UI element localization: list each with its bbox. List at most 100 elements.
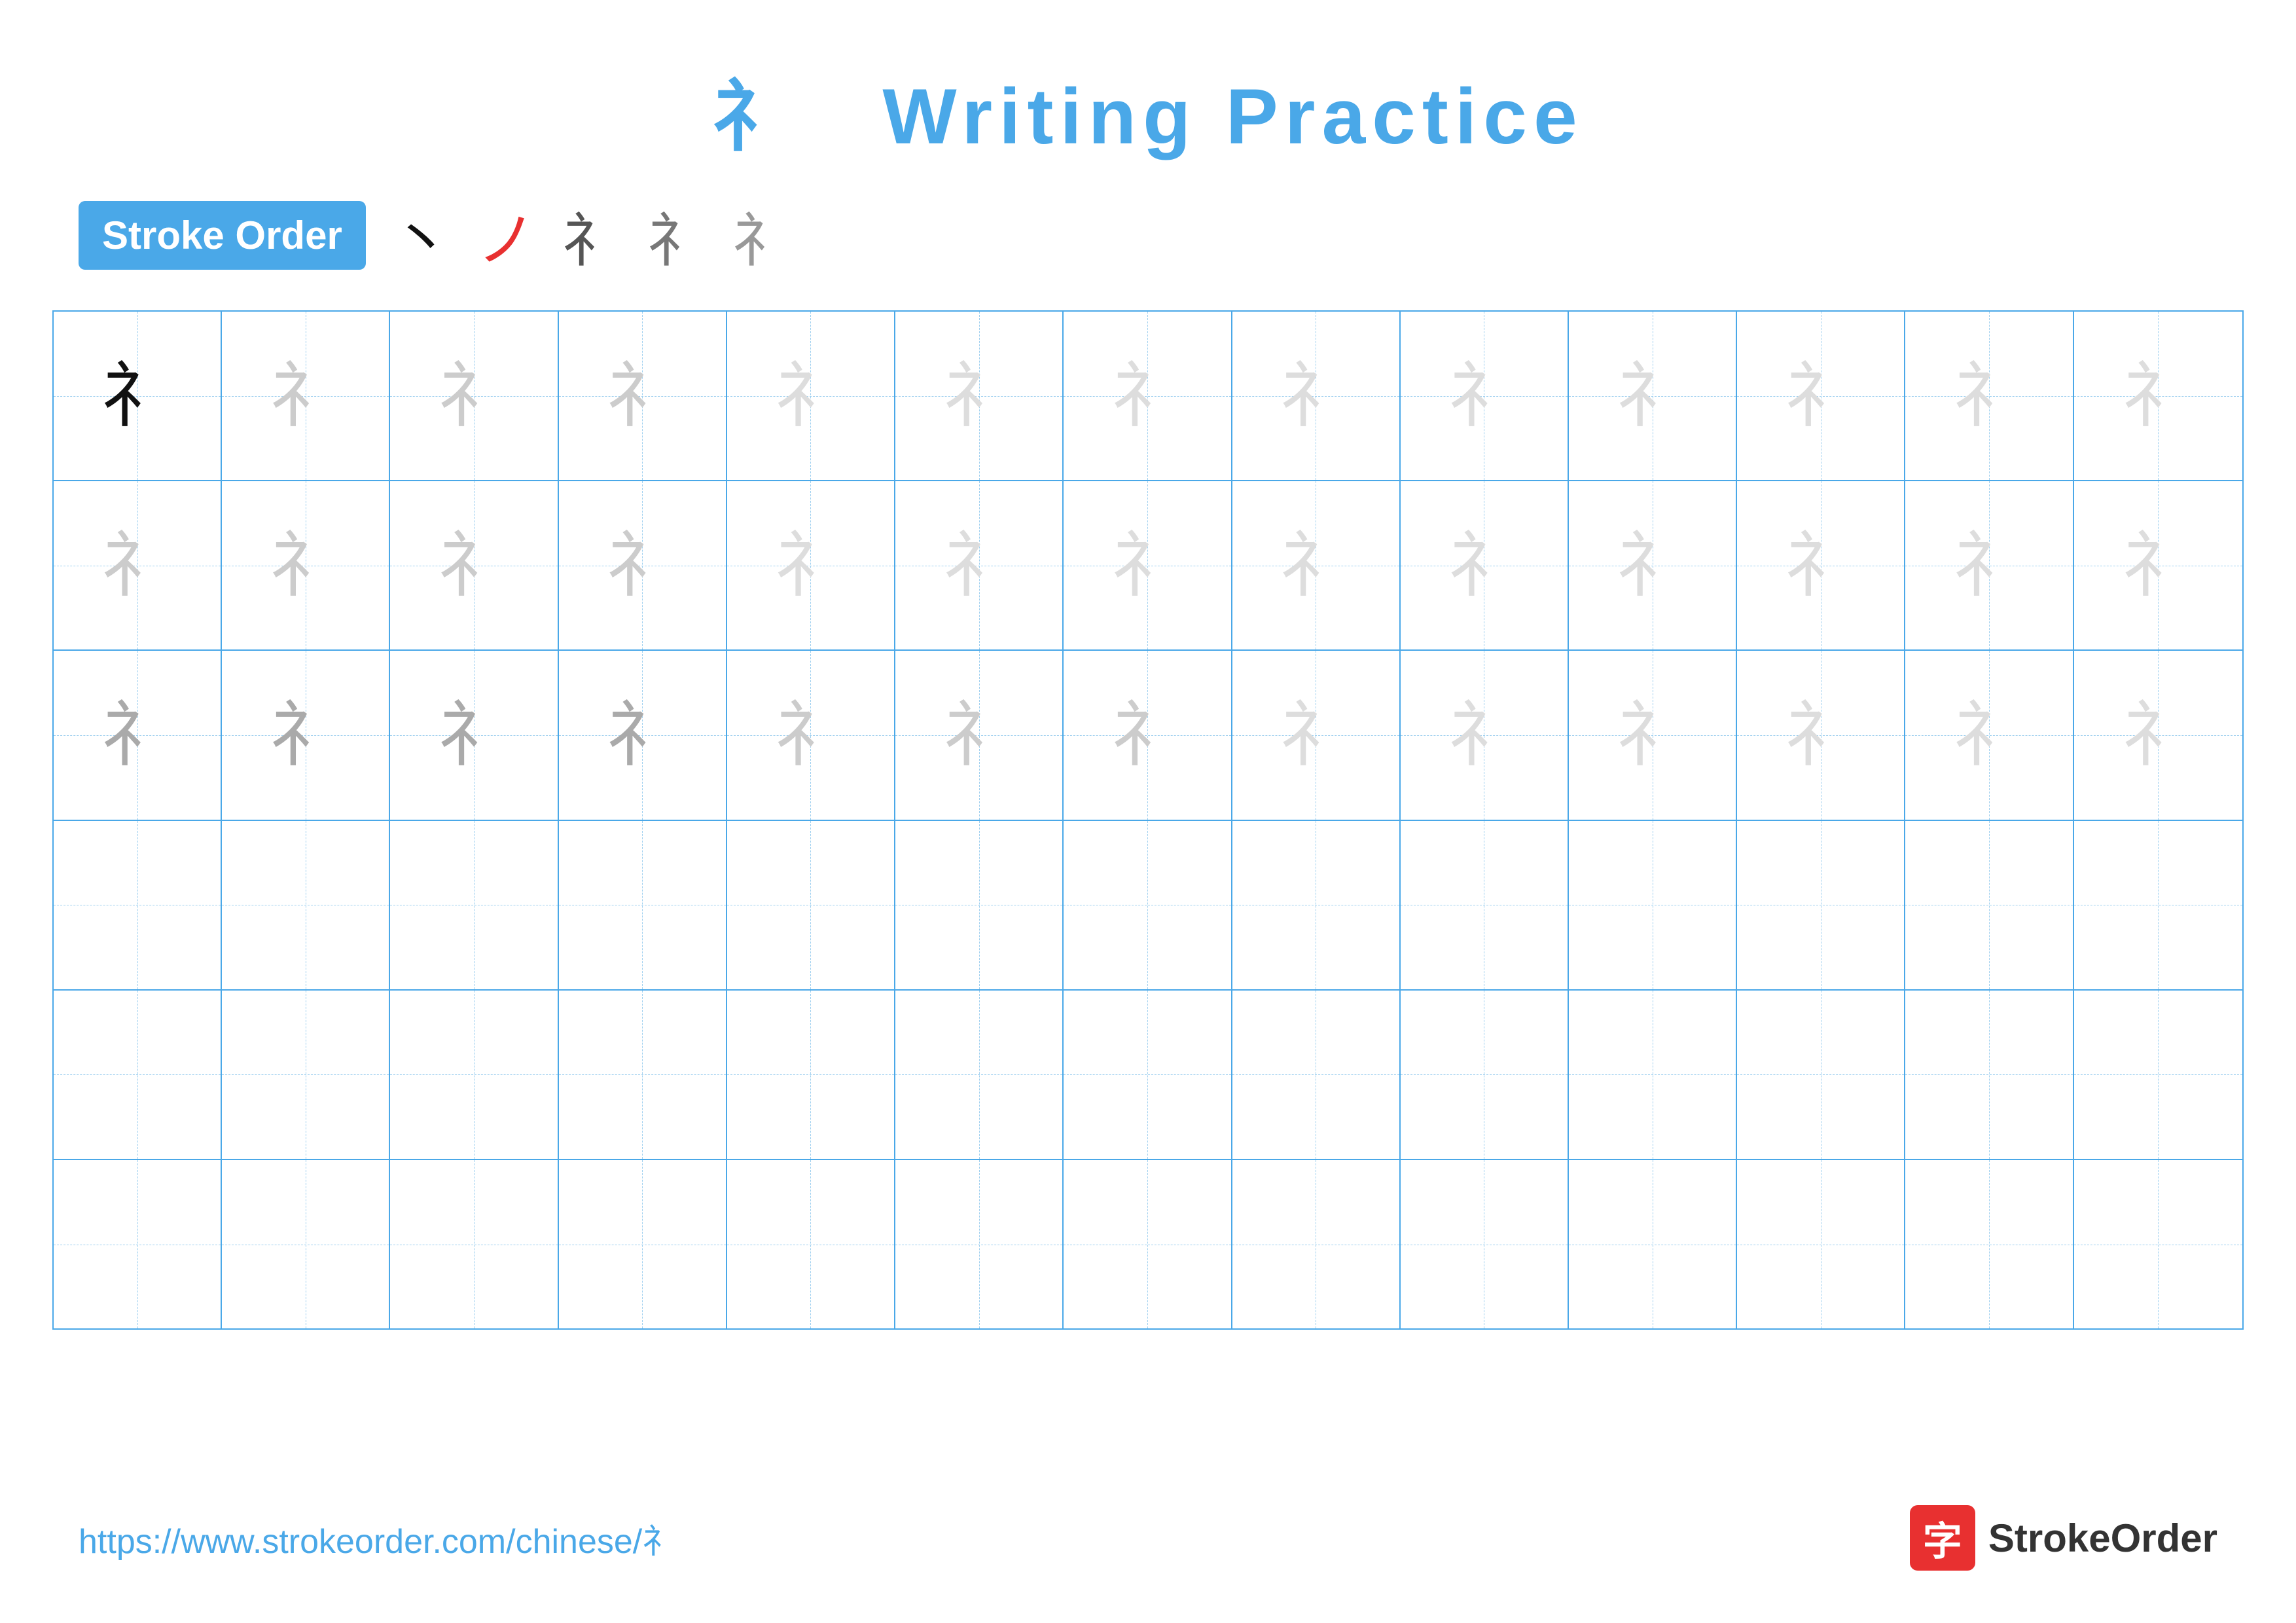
grid-cell[interactable]: [1905, 991, 2073, 1159]
grid-cell[interactable]: [1401, 991, 1569, 1159]
grid-cell[interactable]: [54, 1160, 222, 1328]
grid-cell[interactable]: 礻: [222, 651, 390, 819]
grid-cell[interactable]: [1905, 1160, 2073, 1328]
stroke-step-5: 礻: [732, 192, 791, 278]
grid-cell[interactable]: 礻: [895, 651, 1064, 819]
grid-cell[interactable]: [1064, 1160, 1232, 1328]
grid-cell[interactable]: 礻: [1905, 481, 2073, 649]
stroke-step-2: ノ: [477, 192, 536, 278]
grid-cell[interactable]: [1401, 1160, 1569, 1328]
grid-cell[interactable]: 礻: [895, 481, 1064, 649]
grid-cell[interactable]: 礻: [1905, 651, 2073, 819]
grid-cell[interactable]: [727, 991, 895, 1159]
grid-cell[interactable]: 礻: [390, 481, 558, 649]
grid-cell[interactable]: 礻: [1569, 481, 1737, 649]
grid-cell[interactable]: [1232, 821, 1401, 989]
grid-cell[interactable]: 礻: [1232, 481, 1401, 649]
grid-cell[interactable]: 礻: [1401, 651, 1569, 819]
grid-row-4: [54, 821, 2242, 991]
stroke-order-badge: Stroke Order: [79, 201, 366, 270]
grid-cell[interactable]: 礻: [54, 481, 222, 649]
grid-cell[interactable]: [1569, 1160, 1737, 1328]
stroke-step-4: 礻: [647, 192, 706, 278]
grid-cell[interactable]: 礻: [1064, 481, 1232, 649]
grid-cell[interactable]: 礻: [559, 481, 727, 649]
grid-cell[interactable]: [1232, 991, 1401, 1159]
grid-cell[interactable]: [2074, 821, 2242, 989]
grid-cell[interactable]: 礻: [727, 312, 895, 480]
grid-cell[interactable]: 礻: [559, 312, 727, 480]
grid-cell[interactable]: 礻: [895, 312, 1064, 480]
footer-logo: 字 StrokeOrder: [1910, 1505, 2217, 1571]
stroke-order-section: Stroke Order 丶 ノ 礻 礻 礻: [0, 192, 2296, 278]
grid-cell[interactable]: 礻: [2074, 312, 2242, 480]
grid-cell[interactable]: 礻: [54, 651, 222, 819]
grid-cell[interactable]: 礻: [222, 312, 390, 480]
grid-cell[interactable]: [1569, 991, 1737, 1159]
grid-cell[interactable]: [1737, 821, 1905, 989]
grid-cell[interactable]: [1905, 821, 2073, 989]
grid-cell[interactable]: [1569, 821, 1737, 989]
grid-cell[interactable]: [222, 1160, 390, 1328]
grid-cell[interactable]: 礻: [222, 481, 390, 649]
grid-cell[interactable]: [895, 1160, 1064, 1328]
grid-cell[interactable]: [895, 991, 1064, 1159]
grid-cell[interactable]: 礻: [1737, 312, 1905, 480]
page-title: 礻 Writing Practice: [712, 73, 1583, 160]
stroke-step-1: 丶: [392, 192, 451, 278]
grid-cell[interactable]: 礻: [1064, 651, 1232, 819]
grid-cell[interactable]: 礻: [1905, 312, 2073, 480]
footer-logo-text: StrokeOrder: [1988, 1516, 2217, 1561]
grid-cell[interactable]: [1737, 991, 1905, 1159]
grid-cell[interactable]: [390, 821, 558, 989]
grid-row-2: 礻 礻 礻 礻 礻 礻 礻 礻 礻 礻 礻 礻 礻: [54, 481, 2242, 651]
grid-cell[interactable]: [1064, 821, 1232, 989]
grid-cell[interactable]: [1737, 1160, 1905, 1328]
grid-cell[interactable]: 礻: [1232, 651, 1401, 819]
grid-cell[interactable]: 礻: [2074, 481, 2242, 649]
footer-logo-icon: 字: [1910, 1505, 1975, 1571]
header-char: 礻: [712, 73, 797, 160]
grid-cell[interactable]: [559, 991, 727, 1159]
grid-row-1: 礻 礻 礻 礻 礻 礻 礻 礻 礻 礻 礻 礻 礻: [54, 312, 2242, 481]
grid-cell[interactable]: [54, 991, 222, 1159]
page-header: 礻 Writing Practice: [0, 0, 2296, 192]
grid-cell[interactable]: [559, 1160, 727, 1328]
grid-row-3: 礻 礻 礻 礻 礻 礻 礻 礻 礻 礻 礻 礻 礻: [54, 651, 2242, 820]
grid-cell[interactable]: [1064, 991, 1232, 1159]
grid-cell[interactable]: [2074, 1160, 2242, 1328]
grid-cell[interactable]: [222, 991, 390, 1159]
grid-cell[interactable]: [559, 821, 727, 989]
grid-cell[interactable]: [727, 1160, 895, 1328]
grid-cell[interactable]: 礻: [727, 481, 895, 649]
grid-cell[interactable]: [390, 1160, 558, 1328]
grid-cell[interactable]: [727, 821, 895, 989]
grid-cell[interactable]: 礻: [1232, 312, 1401, 480]
grid-cell[interactable]: 礻: [559, 651, 727, 819]
grid-cell[interactable]: 礻: [1401, 481, 1569, 649]
grid-cell[interactable]: 礻: [1064, 312, 1232, 480]
grid-cell[interactable]: [895, 821, 1064, 989]
grid-cell[interactable]: 礻: [1569, 651, 1737, 819]
stroke-step-3: 礻: [562, 192, 621, 278]
footer-url[interactable]: https://www.strokeorder.com/chinese/礻: [79, 1514, 676, 1563]
footer: https://www.strokeorder.com/chinese/礻 字 …: [79, 1505, 2217, 1571]
grid-cell[interactable]: [1232, 1160, 1401, 1328]
grid-cell[interactable]: 礻: [1737, 481, 1905, 649]
grid-cell[interactable]: [390, 991, 558, 1159]
grid-cell[interactable]: [54, 821, 222, 989]
grid-cell[interactable]: 礻: [1569, 312, 1737, 480]
grid-cell[interactable]: 礻: [1737, 651, 1905, 819]
grid-cell[interactable]: 礻: [390, 312, 558, 480]
grid-cell[interactable]: 礻: [2074, 651, 2242, 819]
grid-cell[interactable]: [1401, 821, 1569, 989]
grid-cell[interactable]: 礻: [727, 651, 895, 819]
grid-row-5: [54, 991, 2242, 1160]
grid-cell[interactable]: [2074, 991, 2242, 1159]
grid-row-6: [54, 1160, 2242, 1328]
grid-cell[interactable]: 礻: [54, 312, 222, 480]
practice-grid: 礻 礻 礻 礻 礻 礻 礻 礻 礻 礻 礻 礻 礻 礻 礻 礻 礻 礻 礻 礻 …: [52, 310, 2244, 1330]
grid-cell[interactable]: [222, 821, 390, 989]
grid-cell[interactable]: 礻: [390, 651, 558, 819]
grid-cell[interactable]: 礻: [1401, 312, 1569, 480]
